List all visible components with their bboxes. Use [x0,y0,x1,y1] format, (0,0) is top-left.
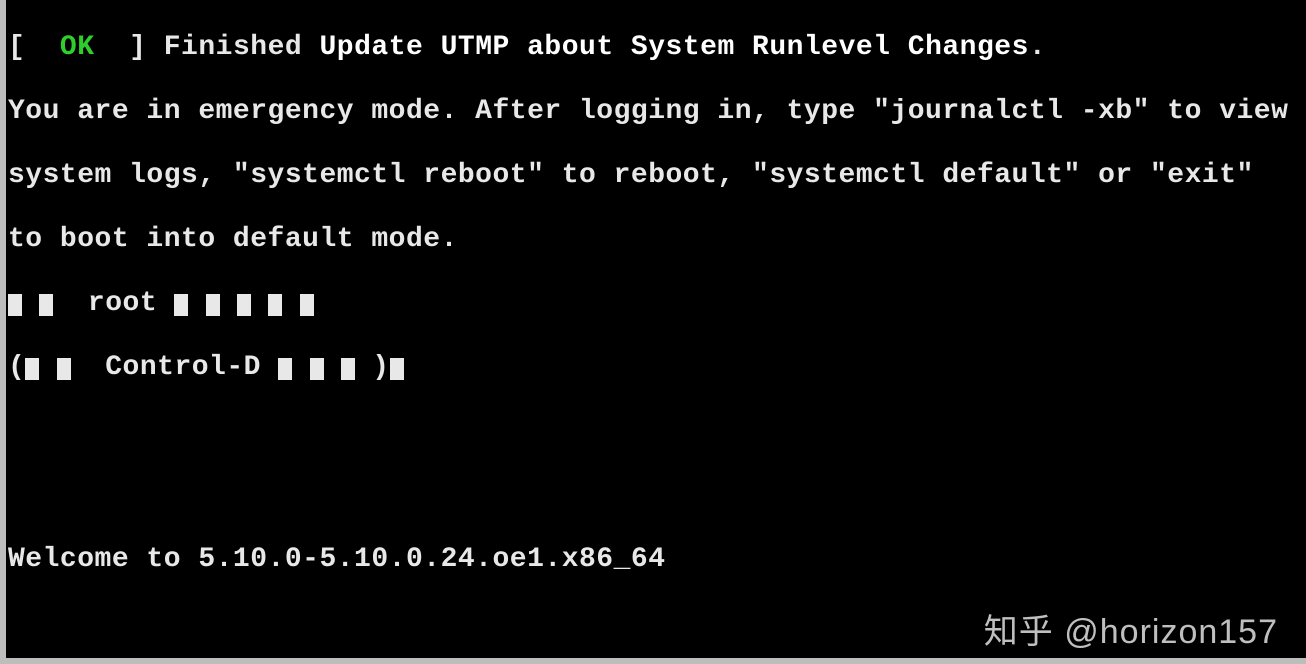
blank-line [8,416,1298,448]
window-bottom-border [0,658,1306,664]
finished-prefix: Finished [164,32,320,63]
block-icon [278,358,292,380]
welcome-line: Welcome to 5.10.0-5.10.0.24.oe1.x86_64 [8,544,1298,576]
block-icon [268,294,282,316]
control-d-line: ( Control-D ) [8,352,1298,384]
block-icon [39,294,53,316]
emergency-msg-1: You are in emergency mode. After logging… [8,96,1298,128]
block-icon [390,358,404,380]
boot-status-line: [ OK ] Finished Update UTMP about System… [8,32,1298,64]
finished-suffix: . [1029,32,1046,63]
root-prompt-line: root [8,288,1298,320]
block-icon [341,358,355,380]
block-icon [300,294,314,316]
block-icon [57,358,71,380]
root-label: root [88,288,157,319]
ok-bracket-right: ] [95,32,164,63]
block-icon [310,358,324,380]
control-d-label: Control-D [105,352,261,383]
watermark: 知乎 @horizon157 [984,616,1278,648]
finished-service-name: Update UTMP about System Runlevel Change… [319,32,1028,63]
terminal-output: [ OK ] Finished Update UTMP about System… [0,0,1306,664]
emergency-msg-3: to boot into default mode. [8,224,1298,256]
emergency-msg-2: system logs, "systemctl reboot" to reboo… [8,160,1298,192]
watermark-handle: @horizon157 [1064,613,1278,651]
blank-line [8,480,1298,512]
block-icon [174,294,188,316]
block-icon [237,294,251,316]
window-left-border [0,0,6,664]
block-icon [206,294,220,316]
block-icon [25,358,39,380]
block-icon [8,294,22,316]
watermark-zh: 知乎 [984,613,1054,651]
ok-bracket-left: [ [8,32,60,63]
ok-status: OK [60,32,95,63]
